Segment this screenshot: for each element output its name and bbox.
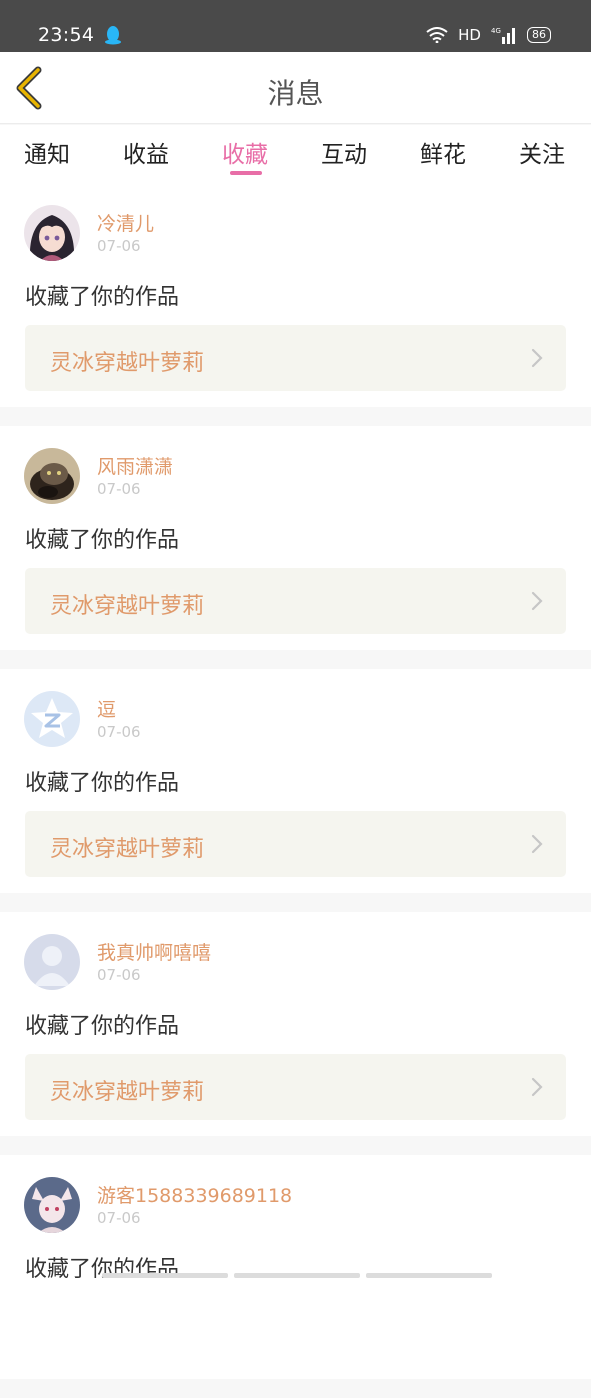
user-name[interactable]: 风雨潇潇 — [97, 452, 173, 479]
user-name[interactable]: 冷清儿 — [97, 209, 154, 236]
avatar[interactable] — [24, 205, 80, 261]
work-link[interactable]: 灵冰穿越叶萝莉 — [25, 811, 566, 877]
avatar[interactable] — [24, 934, 80, 990]
battery-indicator: 86 — [527, 27, 551, 43]
default-user-avatar-icon — [24, 934, 80, 990]
message-card: 冷清儿 07-06 收藏了你的作品 灵冰穿越叶萝莉 — [0, 183, 591, 407]
avatar[interactable] — [24, 691, 80, 747]
status-bar: 23:54 HD 4G 86 — [0, 0, 591, 52]
page-title: 消息 — [267, 77, 324, 110]
message-list: 冷清儿 07-06 收藏了你的作品 灵冰穿越叶萝莉 风雨潇潇 07-06 收藏了… — [0, 183, 591, 1398]
wifi-icon — [426, 27, 448, 43]
work-link[interactable]: 灵冰穿越叶萝莉 — [25, 568, 566, 634]
status-time: 23:54 — [38, 24, 95, 46]
anime-girl-avatar-icon — [24, 205, 80, 261]
message-date: 07-06 — [97, 1209, 141, 1227]
tab-follows[interactable]: 关注 — [519, 135, 565, 169]
message-card: 风雨潇潇 07-06 收藏了你的作品 灵冰穿越叶萝莉 — [0, 426, 591, 650]
work-link[interactable]: 灵冰穿越叶萝莉 — [25, 1054, 566, 1120]
message-date: 07-06 — [97, 480, 141, 498]
message-text: 收藏了你的作品 — [25, 1014, 180, 1039]
qq-icon — [105, 26, 121, 45]
fox-girl-avatar-icon — [24, 1177, 80, 1233]
chevron-right-icon — [531, 591, 543, 611]
active-tab-indicator — [230, 171, 262, 175]
star-logo-avatar-icon — [24, 691, 80, 747]
message-text: 收藏了你的作品 — [25, 285, 180, 310]
avatar[interactable] — [24, 448, 80, 504]
user-name[interactable]: 逗 — [97, 695, 116, 722]
work-title: 灵冰穿越叶萝莉 — [50, 351, 205, 376]
work-title: 灵冰穿越叶萝莉 — [50, 837, 205, 862]
message-text: 收藏了你的作品 — [25, 528, 180, 553]
network-label: HD — [458, 26, 481, 44]
message-card: 游客1588339689118 07-06 收藏了你的作品 — [0, 1155, 591, 1379]
chevron-right-icon — [531, 834, 543, 854]
chevron-right-icon — [531, 348, 543, 368]
work-title: 灵冰穿越叶萝莉 — [50, 1080, 205, 1105]
work-link[interactable]: 灵冰穿越叶萝莉 — [25, 325, 566, 391]
signal-icon: 4G — [491, 27, 515, 44]
tab-earnings[interactable]: 收益 — [123, 135, 169, 169]
message-text: 收藏了你的作品 — [25, 1257, 180, 1282]
tab-notifications[interactable]: 通知 — [24, 135, 70, 169]
tab-favorites[interactable]: 收藏 — [222, 135, 268, 169]
header-bar: 消息 — [0, 52, 591, 124]
tab-flowers[interactable]: 鲜花 — [420, 135, 466, 169]
user-name[interactable]: 我真帅啊嘻嘻 — [97, 938, 211, 965]
message-date: 07-06 — [97, 966, 141, 984]
message-date: 07-06 — [97, 723, 141, 741]
work-title: 灵冰穿越叶萝莉 — [50, 594, 205, 619]
avatar[interactable] — [24, 1177, 80, 1233]
svg-text:4G: 4G — [491, 27, 501, 35]
user-name[interactable]: 游客1588339689118 — [97, 1181, 292, 1208]
message-date: 07-06 — [97, 237, 141, 255]
message-card: 我真帅啊嘻嘻 07-06 收藏了你的作品 灵冰穿越叶萝莉 — [0, 912, 591, 1136]
message-card: 逗 07-06 收藏了你的作品 灵冰穿越叶萝莉 — [0, 669, 591, 893]
scroll-indicator — [102, 1273, 492, 1278]
tab-bar: 通知 收益 收藏 互动 鲜花 关注 — [0, 125, 591, 183]
tab-interactions[interactable]: 互动 — [321, 135, 367, 169]
cat-avatar-icon — [24, 448, 80, 504]
chevron-right-icon — [531, 1077, 543, 1097]
message-text: 收藏了你的作品 — [25, 771, 180, 796]
